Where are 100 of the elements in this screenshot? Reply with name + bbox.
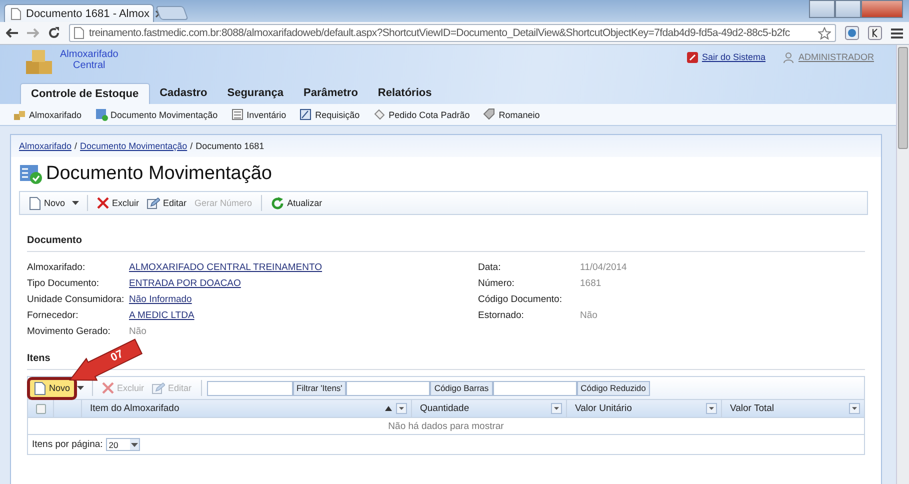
close-button[interactable] — [861, 0, 903, 18]
document-icon — [94, 108, 108, 121]
column-filter-button[interactable] — [396, 403, 407, 414]
new-tab-button[interactable] — [155, 6, 189, 20]
scrollbar-thumb[interactable] — [898, 47, 908, 149]
column-label: Item do Almoxarifado — [90, 403, 180, 414]
column-filter-button[interactable] — [706, 403, 717, 414]
user-icon — [783, 52, 794, 62]
form-check-icon — [19, 163, 43, 185]
page-icon — [34, 382, 46, 394]
breadcrumb-current: Documento 1681 — [196, 141, 264, 151]
form-icon — [299, 108, 312, 121]
extension-icon — [845, 26, 859, 40]
page-icon — [29, 196, 41, 210]
caret-icon — [72, 201, 80, 205]
page-icon — [74, 27, 84, 39]
scrollbar[interactable] — [896, 45, 909, 484]
filter-button[interactable]: Código Barras — [430, 380, 493, 396]
menu-icon — [891, 28, 903, 38]
field-value: 1681 — [580, 278, 602, 288]
field-value: Não — [129, 326, 146, 336]
delete-icon — [102, 382, 114, 394]
field-value: 11/04/2014 — [580, 262, 627, 272]
column-header[interactable]: Item do Almoxarifado — [82, 400, 412, 417]
submenu-item[interactable]: Inventário — [230, 108, 286, 121]
edit-icon — [147, 197, 160, 209]
star-icon — [818, 26, 831, 40]
back-icon — [6, 28, 18, 38]
filter-button[interactable]: Filtrar 'Itens' — [292, 380, 346, 396]
edit-button[interactable]: Editar — [143, 195, 191, 211]
field-label: Estornado: — [478, 310, 525, 320]
page-title: Documento Movimentação — [46, 163, 272, 185]
breadcrumb-link[interactable]: Almoxarifado — [19, 141, 72, 151]
breadcrumb-link[interactable]: Documento Movimentação — [80, 141, 188, 151]
field-label: Movimento Gerado: — [27, 326, 112, 336]
filter-field[interactable] — [346, 380, 430, 396]
field-label: Tipo Documento: — [27, 278, 100, 288]
column-filter-button[interactable] — [849, 403, 860, 414]
submenu-item[interactable]: Almoxarifado — [13, 108, 82, 121]
field-label: Código Documento: — [478, 294, 563, 304]
caret-icon — [709, 407, 714, 410]
filter-field[interactable] — [492, 380, 577, 396]
submenu-item[interactable]: Requisição — [299, 108, 360, 121]
submenu-item[interactable]: Pedido Cota Padrão — [372, 108, 470, 121]
menu-tab[interactable]: Relatórios — [368, 83, 442, 104]
caret-icon — [554, 407, 559, 410]
delete-button[interactable]: Excluir — [93, 195, 144, 211]
field-link[interactable]: ENTRADA POR DOACAO — [129, 278, 241, 288]
tag-icon — [482, 108, 496, 121]
field-link[interactable]: A MEDIC LTDA — [129, 310, 194, 320]
new-button[interactable]: Novo — [30, 380, 74, 396]
url-text: treinamento.fastmedic.com.br:8088/almoxarifadoweb/default.aspx?ShortcutViewID=Documento_DetailView&ShortcutObjectKey=7fdab4d9-fd5a-49d2-88c5-b2fc — [89, 27, 791, 39]
field-label: Almoxarifado: — [27, 262, 86, 272]
page-icon — [11, 8, 21, 20]
menu-tab[interactable]: Parâmetro — [294, 83, 368, 104]
field-label: Número: — [478, 278, 516, 288]
page-size-dropdown[interactable]: 20 — [106, 438, 140, 451]
field-label: Unidade Consumidora: — [27, 294, 126, 304]
filter-button[interactable]: Código Reduzido — [576, 380, 650, 396]
tab-title: Documento 1681 - Almox — [26, 8, 150, 20]
forward-icon — [27, 28, 39, 38]
field-link[interactable]: Não Informado — [129, 294, 192, 304]
pager-label: Itens por página: — [32, 439, 103, 450]
field-label: Fornecedor: — [27, 310, 80, 320]
app-name: Central — [73, 60, 106, 71]
address-field[interactable]: treinamento.fastmedic.com.br:8088/almoxarifadoweb/default.aspx?ShortcutViewID=Documento_DetailView&ShortcutObjectKey=7fdab4d9-fd5a-49d2-88c5-b2fc — [69, 24, 836, 42]
boxes-icon — [13, 108, 26, 121]
checkbox-icon — [36, 404, 46, 414]
minimize-button[interactable] — [809, 0, 835, 18]
submenu-item[interactable]: Documento Movimentação — [94, 108, 218, 121]
filter-field[interactable] — [206, 380, 293, 396]
column-header[interactable]: Valor Total — [722, 400, 864, 417]
logout-link[interactable]: Sair do Sistema — [686, 51, 766, 63]
caret-icon — [77, 386, 84, 390]
logout-icon — [686, 52, 698, 62]
edit-icon — [152, 382, 166, 394]
field-value: Não — [580, 310, 598, 320]
refresh-button[interactable]: Atualizar — [267, 194, 326, 212]
new-button[interactable]: Novo — [25, 194, 70, 212]
field-link[interactable]: ALMOXARIFADO CENTRAL TREINAMENTO — [129, 262, 322, 272]
menu-tab[interactable]: Cadastro — [150, 83, 218, 104]
caret-icon — [852, 407, 857, 410]
column-header[interactable]: Quantidade — [412, 400, 567, 417]
column-header[interactable]: Valor Unitário — [567, 400, 722, 417]
column-label: Quantidade — [420, 403, 470, 414]
menu-tab[interactable]: Segurança — [217, 83, 294, 104]
submenu-item[interactable]: Romaneio — [482, 108, 540, 121]
menu-tab[interactable]: Controle de Estoque — [20, 83, 150, 104]
breadcrumb-separator: / — [74, 141, 78, 151]
delete-icon — [97, 197, 110, 209]
column-label: Valor Unitário — [575, 403, 633, 414]
empty-message: Não há dados para mostrar — [388, 420, 504, 432]
extension-icon — [868, 26, 882, 40]
section-title: Documento — [27, 235, 865, 252]
app-name: Almoxarifado — [60, 49, 118, 60]
caret-icon — [130, 442, 138, 446]
reload-icon — [48, 27, 60, 39]
column-filter-button[interactable] — [551, 403, 562, 414]
breadcrumb-separator: / — [190, 141, 193, 151]
maximize-button[interactable] — [835, 0, 861, 18]
